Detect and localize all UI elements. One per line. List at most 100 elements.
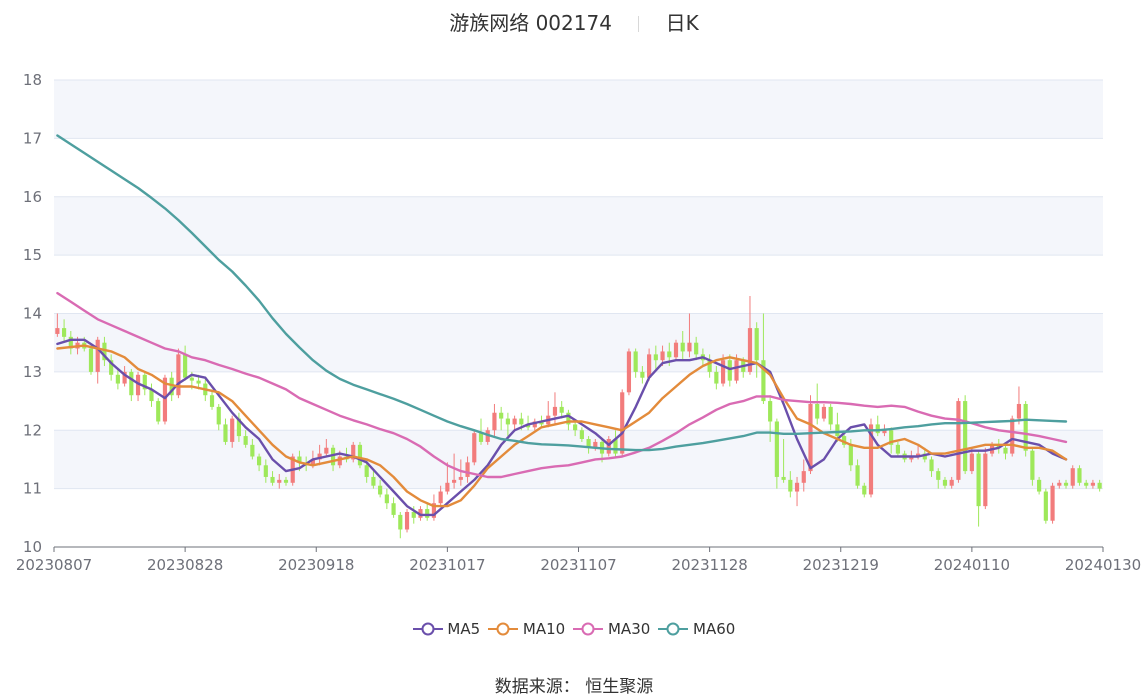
candle-body — [667, 351, 672, 358]
candle-body — [633, 351, 638, 372]
data-source: 数据来源： 恒生聚源 — [494, 677, 654, 697]
candle-body — [129, 371, 134, 396]
candle-body — [391, 503, 396, 515]
candle-body — [458, 476, 463, 480]
candle-body — [680, 342, 685, 352]
grid-band — [54, 196, 1103, 256]
chart-legend: MA5 MA10 MA30 MA60 — [0, 620, 1148, 638]
candle-body — [270, 476, 275, 483]
candle-body — [1070, 468, 1075, 486]
legend-marker-icon — [488, 622, 519, 636]
x-tick-label: 20231017 — [409, 556, 485, 574]
candle-body — [895, 444, 900, 454]
legend-marker-icon — [658, 622, 689, 636]
candle-body — [505, 418, 510, 425]
candle-body — [788, 479, 793, 492]
candle-body — [425, 509, 430, 518]
candle-body — [848, 444, 853, 466]
candle-body — [1043, 491, 1048, 521]
candle-body — [438, 491, 443, 504]
candle-body — [815, 403, 820, 419]
candle-body — [445, 482, 450, 492]
candle-body — [404, 511, 410, 530]
candle-body — [573, 424, 578, 431]
candle-body — [875, 424, 880, 434]
candle-body — [976, 453, 981, 507]
candle-body — [929, 459, 934, 472]
candle-body — [1057, 482, 1062, 486]
candle-body — [647, 354, 652, 378]
legend-label: MA10 — [518, 620, 566, 638]
candle-body — [209, 395, 215, 407]
candle-body — [821, 406, 827, 419]
x-tick-label: 20231107 — [540, 556, 616, 574]
candle-body — [364, 465, 369, 477]
x-tick-label: 20240130 — [1065, 556, 1141, 574]
candle-body — [640, 371, 645, 378]
candle-body — [714, 371, 719, 384]
y-tick-label: 13 — [23, 363, 42, 381]
candle-body — [969, 453, 974, 472]
candle-body — [88, 348, 94, 372]
candle-body — [774, 421, 779, 477]
candle-body — [855, 465, 860, 486]
candle-body — [1010, 418, 1015, 454]
candle-body — [673, 342, 679, 358]
candle-body — [801, 471, 806, 483]
candle-body — [606, 439, 611, 454]
candle-body — [512, 418, 517, 425]
candle-body — [223, 424, 228, 442]
legend-item-ma30[interactable]: MA30 — [573, 620, 650, 638]
legend-item-ma60[interactable]: MA60 — [658, 620, 735, 638]
candle-body — [1090, 482, 1095, 486]
candle-body — [472, 433, 477, 463]
candle-body — [653, 354, 658, 361]
candle-body — [183, 354, 188, 378]
candle-body — [283, 479, 289, 483]
candle-body — [754, 328, 759, 361]
candle-body — [189, 377, 194, 381]
legend-marker-circle — [666, 622, 680, 636]
candle-body — [257, 456, 262, 466]
candle-body — [727, 360, 732, 381]
candle-body — [324, 447, 329, 454]
candle-body — [519, 418, 524, 425]
candle-body — [499, 412, 504, 419]
legend-label: MA5 — [442, 620, 481, 638]
x-tick-label: 20231219 — [803, 556, 879, 574]
candle-body — [1084, 482, 1089, 486]
candle-body — [115, 374, 120, 384]
candle-body — [963, 401, 968, 472]
legend-item-ma10[interactable]: MA10 — [488, 620, 565, 638]
y-tick-label: 17 — [23, 129, 42, 147]
legend-label: MA60 — [688, 620, 736, 638]
candle-body — [626, 351, 632, 393]
grid-band — [54, 80, 1103, 139]
candle-body — [263, 465, 268, 477]
candle-body — [942, 479, 948, 486]
candle-body — [660, 351, 665, 361]
candle-body — [216, 406, 221, 425]
candle-body — [492, 412, 497, 431]
candle-body — [243, 436, 248, 445]
candle-body — [720, 360, 726, 384]
legend-item-ma5[interactable]: MA5 — [412, 620, 481, 638]
candle-body — [378, 485, 383, 495]
candle-body — [250, 444, 255, 457]
y-tick-label: 11 — [23, 480, 42, 498]
candle-body — [398, 514, 403, 530]
candle-body — [828, 406, 833, 425]
candle-body — [55, 328, 60, 334]
candle-body — [734, 360, 739, 381]
candle-body — [579, 430, 584, 440]
legend-marker-circle — [421, 622, 435, 636]
candle-body — [1077, 468, 1082, 483]
x-tick-label: 20230918 — [278, 556, 354, 574]
y-tick-label: 16 — [23, 188, 42, 206]
candle-body — [1050, 485, 1055, 521]
candle-body — [452, 479, 457, 483]
candle-body — [694, 342, 699, 355]
y-tick-label: 14 — [23, 305, 42, 323]
candle-body — [1016, 403, 1022, 419]
legend-marker-circle — [496, 622, 510, 636]
